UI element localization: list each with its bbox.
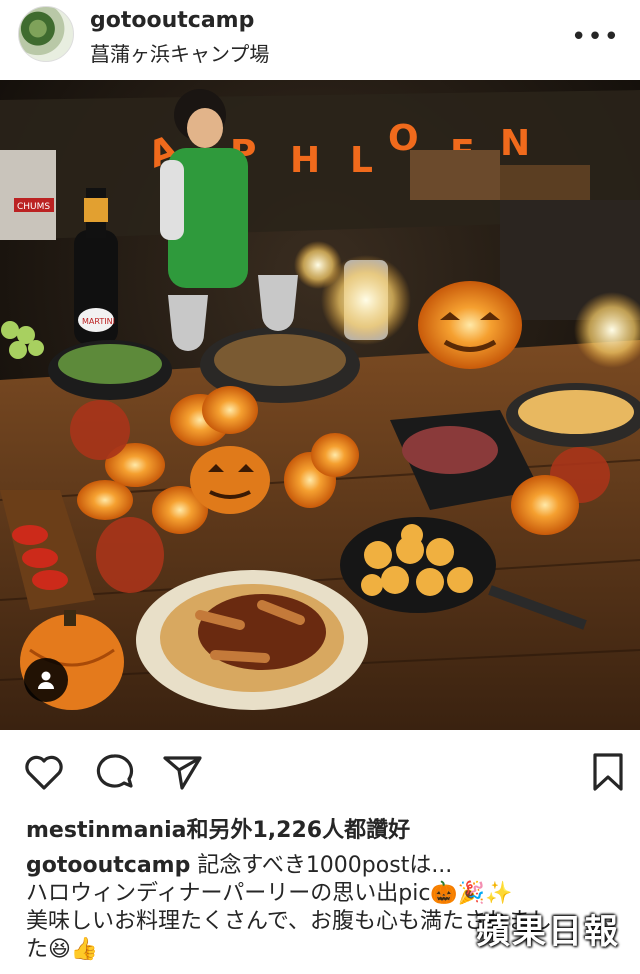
- paper-plane-icon[interactable]: [160, 750, 204, 794]
- banner-letter: N: [500, 123, 530, 164]
- post-action-bar: [0, 740, 640, 800]
- bookmark-icon[interactable]: [586, 750, 630, 794]
- more-options-icon[interactable]: •••: [571, 22, 620, 52]
- caption-username[interactable]: gotooutcamp: [26, 853, 190, 878]
- chums-label: CHUMS: [17, 202, 50, 212]
- post-header: gotooutcamp 菖蒲ヶ浜キャンプ場 •••: [0, 0, 640, 80]
- person-icon: [38, 671, 54, 689]
- tagged-people-button[interactable]: [24, 658, 68, 702]
- comment-bubble-icon[interactable]: [92, 750, 136, 794]
- caption-line: 記念すべき1000postは...: [190, 853, 453, 878]
- heart-outline-icon[interactable]: [22, 750, 66, 794]
- post-photo[interactable]: CHUMS A P H L O E N MARTINI: [0, 80, 640, 730]
- martini-label: MARTINI: [82, 317, 115, 326]
- post-location[interactable]: 菖蒲ヶ浜キャンプ場: [90, 38, 269, 67]
- banner-letter: L: [350, 140, 373, 181]
- banner-letter: H: [290, 140, 320, 181]
- post-username[interactable]: gotooutcamp: [90, 8, 254, 33]
- profile-avatar[interactable]: [18, 6, 74, 62]
- likes-count[interactable]: mestinmania和另外1,226人都讚好: [26, 812, 410, 844]
- watermark: 蘋果日報: [476, 912, 620, 952]
